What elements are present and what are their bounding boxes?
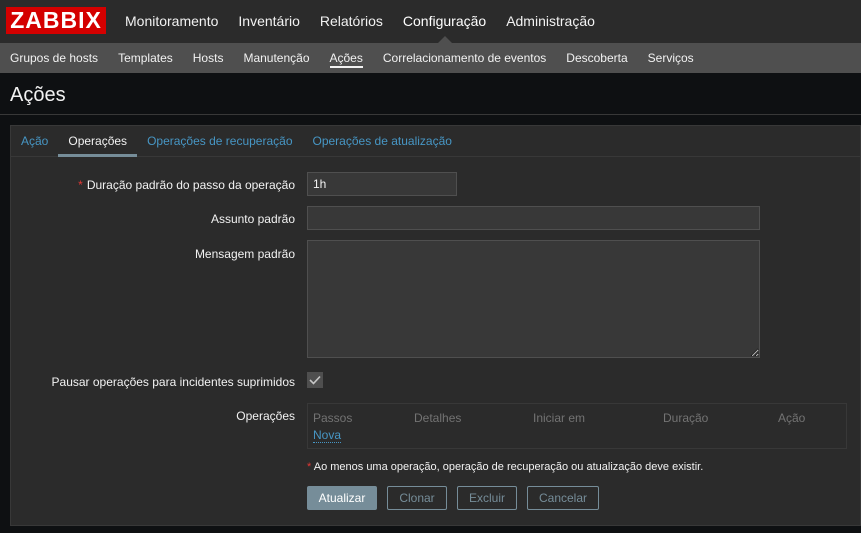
action-form-card: Ação Operações Operações de recuperação … (10, 125, 861, 526)
subnav-correlacionamento[interactable]: Correlacionamento de eventos (373, 43, 556, 73)
required-note: * Ao menos uma operação, operação de rec… (307, 461, 703, 473)
pause-suppressed-checkbox[interactable] (307, 372, 323, 388)
operations-label: Operações (236, 409, 295, 423)
step-duration-label-text: Duração padrão do passo da operação (86, 178, 295, 192)
column-header-duracao: Duração (663, 411, 709, 425)
operations-table: Passos Detalhes Iniciar em Duração Ação … (307, 403, 847, 449)
tab-operacoes[interactable]: Operações (58, 126, 137, 157)
update-button[interactable]: Atualizar (307, 486, 377, 510)
menu-relatorios[interactable]: Relatórios (310, 0, 393, 43)
logo-text: ZABBIX (10, 7, 102, 33)
title-divider (0, 114, 861, 115)
form-tabs: Ação Operações Operações de recuperação … (11, 126, 861, 157)
subnav-servicos[interactable]: Serviços (638, 43, 704, 73)
required-note-text: Ao menos uma operação, operação de recup… (313, 461, 704, 473)
step-duration-input[interactable] (307, 172, 457, 196)
subnav-acoes[interactable]: Ações (320, 43, 373, 73)
required-mark: * (78, 178, 83, 192)
menu-inventario[interactable]: Inventário (228, 0, 309, 43)
subnav-descoberta[interactable]: Descoberta (556, 43, 637, 73)
message-textarea[interactable] (307, 240, 760, 358)
message-label: Mensagem padrão (194, 247, 295, 261)
checkmark-icon (309, 375, 321, 385)
step-duration-label: * Duração padrão do passo da operação (78, 178, 295, 192)
column-header-acao: Ação (778, 411, 806, 425)
required-mark: * (307, 461, 312, 473)
page-title: Ações (10, 84, 66, 106)
subnav-manutencao[interactable]: Manutenção (233, 43, 319, 73)
menu-administracao[interactable]: Administração (496, 0, 605, 43)
subnav-grupos-de-hosts[interactable]: Grupos de hosts (0, 43, 108, 73)
clone-button[interactable]: Clonar (387, 486, 447, 510)
zabbix-logo[interactable]: ZABBIX (6, 7, 106, 34)
main-menu: Monitoramento Inventário Relatórios Conf… (115, 0, 605, 43)
subnav-hosts[interactable]: Hosts (183, 43, 234, 73)
subject-label: Assunto padrão (210, 212, 295, 226)
top-navigation: ZABBIX Monitoramento Inventário Relatóri… (0, 0, 861, 43)
tab-operacoes-recuperacao[interactable]: Operações de recuperação (137, 126, 302, 156)
menu-configuracao[interactable]: Configuração (393, 0, 496, 43)
sub-navigation: Grupos de hosts Templates Hosts Manutenç… (0, 43, 861, 73)
subnav-templates[interactable]: Templates (108, 43, 183, 73)
tab-acao[interactable]: Ação (11, 126, 58, 156)
menu-monitoramento[interactable]: Monitoramento (115, 0, 228, 43)
new-operation-link[interactable]: Nova (313, 428, 342, 443)
pause-suppressed-label: Pausar operações para incidentes suprimi… (51, 375, 295, 389)
column-header-iniciar-em: Iniciar em (533, 411, 586, 425)
tab-operacoes-atualizacao[interactable]: Operações de atualização (303, 126, 462, 156)
column-header-passos: Passos (313, 411, 353, 425)
subject-input[interactable] (307, 206, 760, 230)
delete-button[interactable]: Excluir (457, 486, 517, 510)
column-header-detalhes: Detalhes (414, 411, 462, 425)
cancel-button[interactable]: Cancelar (527, 486, 599, 510)
